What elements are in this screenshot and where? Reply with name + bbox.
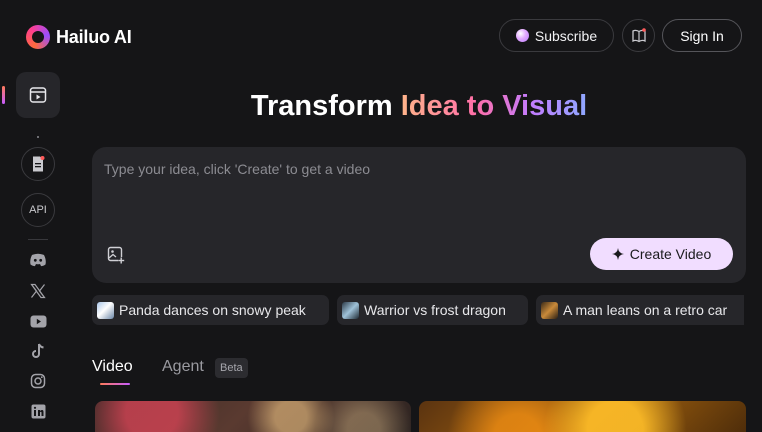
tab-video[interactable]: Video xyxy=(92,358,133,376)
create-video-button[interactable]: Create Video xyxy=(590,238,733,270)
subscribe-button[interactable]: Subscribe xyxy=(499,19,614,52)
brand-name: Hailuo AI xyxy=(56,26,132,47)
tiktok-icon xyxy=(32,343,44,358)
sidebar-item-api[interactable]: API xyxy=(21,193,55,227)
linkedin-icon xyxy=(31,404,45,418)
sidebar-item-x[interactable] xyxy=(28,282,48,300)
top-header: Hailuo AI Subscribe Sign In xyxy=(0,0,762,70)
sidebar-item-linkedin[interactable] xyxy=(28,402,48,420)
prompt-panel: Create Video xyxy=(92,147,746,283)
create-video-label: Create Video xyxy=(629,246,712,262)
suggestion-chip-retro-car[interactable]: A man leans on a retro car xyxy=(536,295,744,325)
video-icon xyxy=(29,87,47,103)
prompt-input[interactable] xyxy=(104,161,724,221)
tab-agent[interactable]: Agent xyxy=(162,358,204,376)
book-icon xyxy=(631,27,646,42)
sidebar-item-docs[interactable] xyxy=(21,147,55,181)
chip-thumbnail xyxy=(97,301,114,319)
image-add-icon xyxy=(107,246,125,264)
suggestion-chips: Panda dances on snowy peak Warrior vs fr… xyxy=(92,295,744,325)
subscribe-label: Subscribe xyxy=(534,27,598,44)
brand-logo[interactable]: Hailuo AI xyxy=(26,24,132,50)
gem-icon xyxy=(515,29,529,42)
beta-badge: Beta xyxy=(215,358,248,378)
api-label: API xyxy=(29,204,47,216)
instagram-icon xyxy=(30,373,46,389)
video-card[interactable] xyxy=(419,401,746,432)
left-sidebar: API xyxy=(0,70,76,432)
chip-label: Panda dances on snowy peak xyxy=(119,302,306,318)
chip-thumbnail xyxy=(541,301,558,319)
youtube-icon xyxy=(30,315,46,327)
sidebar-item-discord[interactable] xyxy=(28,251,48,269)
sparkle-icon xyxy=(611,248,624,260)
page-title: Transform Idea to Visual xyxy=(92,90,746,123)
sidebar-divider xyxy=(28,239,48,240)
chip-label: Warrior vs frost dragon xyxy=(364,302,506,318)
sign-in-button[interactable]: Sign In xyxy=(662,19,742,52)
discord-icon xyxy=(30,253,46,267)
hailuo-logo-icon xyxy=(26,25,50,49)
suggestion-chip-panda[interactable]: Panda dances on snowy peak xyxy=(92,295,329,325)
sidebar-separator-dot xyxy=(37,136,39,138)
title-plain: Transform xyxy=(250,90,401,122)
sidebar-item-tiktok[interactable] xyxy=(28,342,48,360)
suggestion-chip-warrior[interactable]: Warrior vs frost dragon xyxy=(337,295,528,325)
sidebar-item-video[interactable] xyxy=(16,72,60,118)
active-indicator xyxy=(2,86,5,104)
video-card[interactable] xyxy=(95,401,411,432)
chip-thumbnail xyxy=(342,301,359,319)
sign-in-label: Sign In xyxy=(680,27,724,44)
sidebar-item-youtube[interactable] xyxy=(28,312,48,330)
title-gradient: Idea to Visual xyxy=(400,90,588,122)
image-upload-button[interactable] xyxy=(106,245,126,265)
guide-button[interactable] xyxy=(622,19,655,52)
document-icon xyxy=(33,156,45,172)
sidebar-item-instagram[interactable] xyxy=(28,372,48,390)
chip-label: A man leans on a retro car xyxy=(563,302,728,318)
x-icon xyxy=(30,283,46,299)
tab-active-underline xyxy=(100,383,130,385)
